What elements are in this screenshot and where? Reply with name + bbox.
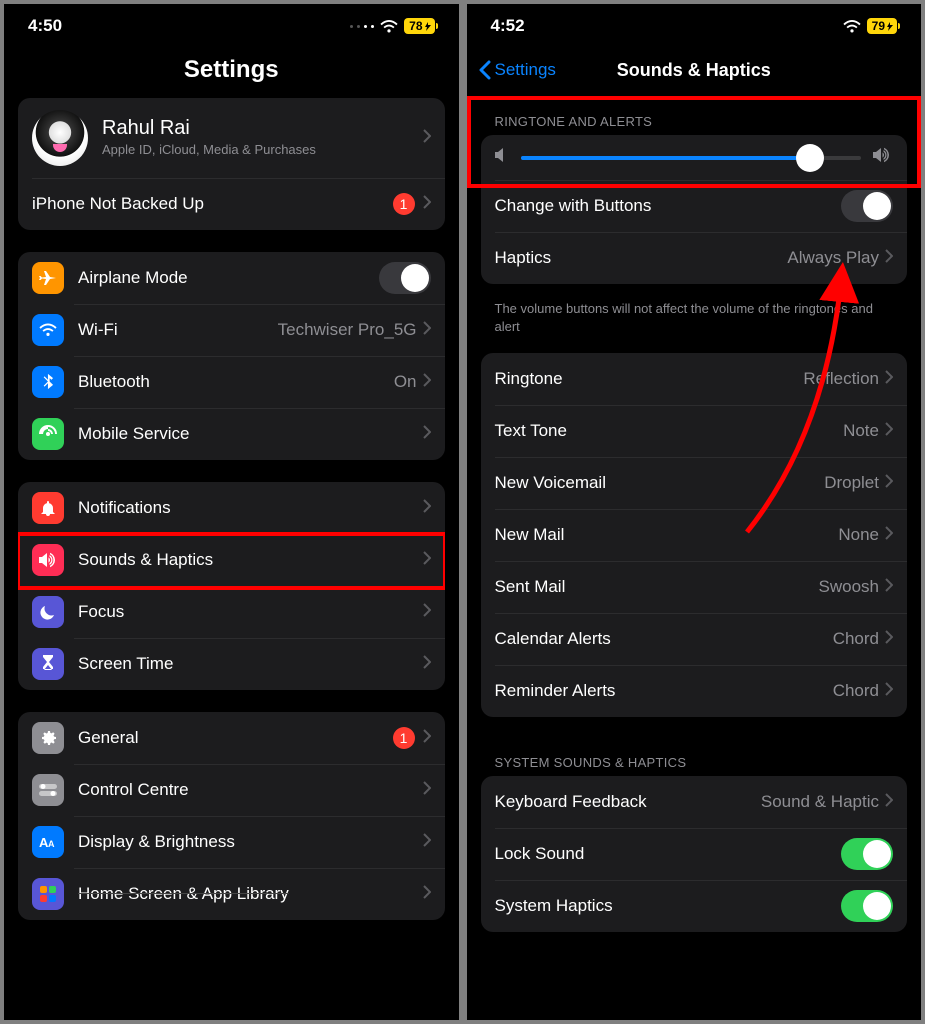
battery-icon: 79	[867, 18, 897, 34]
badge: 1	[393, 193, 415, 215]
nav-header: Settings Sounds & Haptics	[467, 48, 922, 92]
text-size-icon: AA	[32, 826, 64, 858]
mobile-row[interactable]: Mobile Service	[18, 408, 445, 460]
airplane-row[interactable]: Airplane Mode	[18, 252, 445, 304]
chevron-right-icon	[885, 793, 893, 812]
chevron-right-icon	[423, 781, 431, 800]
volume-slider[interactable]	[521, 156, 862, 160]
chevron-right-icon	[885, 526, 893, 545]
chevron-right-icon	[423, 321, 431, 340]
screentime-row[interactable]: Screen Time	[18, 638, 445, 690]
chevron-right-icon	[423, 195, 431, 214]
grid-icon	[32, 878, 64, 910]
wifi-icon	[380, 20, 398, 33]
chevron-right-icon	[423, 499, 431, 518]
general-row[interactable]: General 1	[18, 712, 445, 764]
reminder-alerts-row[interactable]: Reminder Alerts Chord	[481, 665, 908, 717]
calendar-alerts-row[interactable]: Calendar Alerts Chord	[481, 613, 908, 665]
new-mail-row[interactable]: New Mail None	[481, 509, 908, 561]
settings-screen: 4:50 78 Settings Rahul Rai Apple ID, iCl…	[4, 4, 459, 1020]
connectivity-group: Airplane Mode Wi-Fi Techwiser Pro_5G Blu…	[18, 252, 445, 460]
status-bar: 4:52 79	[467, 4, 922, 48]
lock-sound-toggle[interactable]	[841, 838, 893, 870]
tones-group: Ringtone Reflection Text Tone Note New V…	[481, 353, 908, 717]
notifications-row[interactable]: Notifications	[18, 482, 445, 534]
sent-mail-row[interactable]: Sent Mail Swoosh	[481, 561, 908, 613]
chevron-right-icon	[885, 630, 893, 649]
section-header-system: SYSTEM SOUNDS & HAPTICS	[481, 739, 908, 776]
svg-text:A: A	[48, 839, 55, 849]
volume-slider-row[interactable]	[481, 135, 908, 180]
apple-id-group: Rahul Rai Apple ID, iCloud, Media & Purc…	[18, 98, 445, 230]
speaker-icon	[32, 544, 64, 576]
sounds-haptics-row[interactable]: Sounds & Haptics	[18, 534, 445, 586]
chevron-right-icon	[885, 370, 893, 389]
moon-icon	[32, 596, 64, 628]
chevron-right-icon	[885, 249, 893, 268]
hourglass-icon	[32, 648, 64, 680]
gear-icon	[32, 722, 64, 754]
chevron-right-icon	[885, 474, 893, 493]
haptics-row[interactable]: Haptics Always Play	[481, 232, 908, 284]
antenna-icon	[32, 418, 64, 450]
airplane-toggle[interactable]	[379, 262, 431, 294]
speaker-high-icon	[873, 147, 893, 168]
chevron-right-icon	[885, 578, 893, 597]
bluetooth-icon	[32, 366, 64, 398]
lock-sound-row[interactable]: Lock Sound	[481, 828, 908, 880]
back-button[interactable]: Settings	[479, 60, 556, 80]
clock: 4:52	[491, 16, 525, 36]
text-tone-row[interactable]: Text Tone Note	[481, 405, 908, 457]
chevron-right-icon	[423, 603, 431, 622]
apple-id-row[interactable]: Rahul Rai Apple ID, iCloud, Media & Purc…	[18, 98, 445, 178]
control-centre-row[interactable]: Control Centre	[18, 764, 445, 816]
wifi-icon	[843, 20, 861, 33]
chevron-right-icon	[423, 885, 431, 904]
backup-warning-row[interactable]: iPhone Not Backed Up 1	[18, 178, 445, 230]
airplane-icon	[32, 262, 64, 294]
ringtone-alerts-group: Change with Buttons Haptics Always Play	[481, 135, 908, 284]
chevron-right-icon	[423, 373, 431, 392]
bell-icon	[32, 492, 64, 524]
system-haptics-row[interactable]: System Haptics	[481, 880, 908, 932]
page-title: Settings	[4, 48, 459, 98]
bluetooth-row[interactable]: Bluetooth On	[18, 356, 445, 408]
page-title: Sounds & Haptics	[617, 60, 771, 81]
system-sounds-group: Keyboard Feedback Sound & Haptic Lock So…	[481, 776, 908, 932]
general-group: General 1 Control Centre AA Display & Br…	[18, 712, 445, 920]
signal-icon	[350, 25, 374, 28]
display-row[interactable]: AA Display & Brightness	[18, 816, 445, 868]
ringtone-row[interactable]: Ringtone Reflection	[481, 353, 908, 405]
chevron-right-icon	[423, 729, 431, 748]
chevron-right-icon	[423, 551, 431, 570]
homescreen-row[interactable]: Home Screen & App Library	[18, 868, 445, 920]
battery-icon: 78	[404, 18, 434, 34]
status-bar: 4:50 78	[4, 4, 459, 48]
chevron-right-icon	[423, 425, 431, 444]
avatar	[32, 110, 88, 166]
focus-row[interactable]: Focus	[18, 586, 445, 638]
chevron-right-icon	[423, 655, 431, 674]
speaker-low-icon	[495, 148, 509, 167]
notifications-group: Notifications Sounds & Haptics Focus	[18, 482, 445, 690]
badge: 1	[393, 727, 415, 749]
wifi-settings-icon	[32, 314, 64, 346]
footer-note: The volume buttons will not affect the v…	[481, 292, 908, 335]
chevron-right-icon	[423, 129, 431, 148]
change-buttons-toggle[interactable]	[841, 190, 893, 222]
profile-sub: Apple ID, iCloud, Media & Purchases	[102, 142, 423, 159]
keyboard-feedback-row[interactable]: Keyboard Feedback Sound & Haptic	[481, 776, 908, 828]
clock: 4:50	[28, 16, 62, 36]
chevron-right-icon	[423, 833, 431, 852]
voicemail-row[interactable]: New Voicemail Droplet	[481, 457, 908, 509]
sounds-haptics-screen: 4:52 79 Settings Sounds & Haptics RINGTO…	[467, 4, 922, 1020]
change-with-buttons-row[interactable]: Change with Buttons	[481, 180, 908, 232]
wifi-row[interactable]: Wi-Fi Techwiser Pro_5G	[18, 304, 445, 356]
profile-name: Rahul Rai	[102, 117, 423, 140]
system-haptics-toggle[interactable]	[841, 890, 893, 922]
section-header-ringtone: RINGTONE AND ALERTS	[481, 98, 908, 135]
switches-icon	[32, 774, 64, 806]
chevron-right-icon	[885, 422, 893, 441]
chevron-right-icon	[885, 682, 893, 701]
